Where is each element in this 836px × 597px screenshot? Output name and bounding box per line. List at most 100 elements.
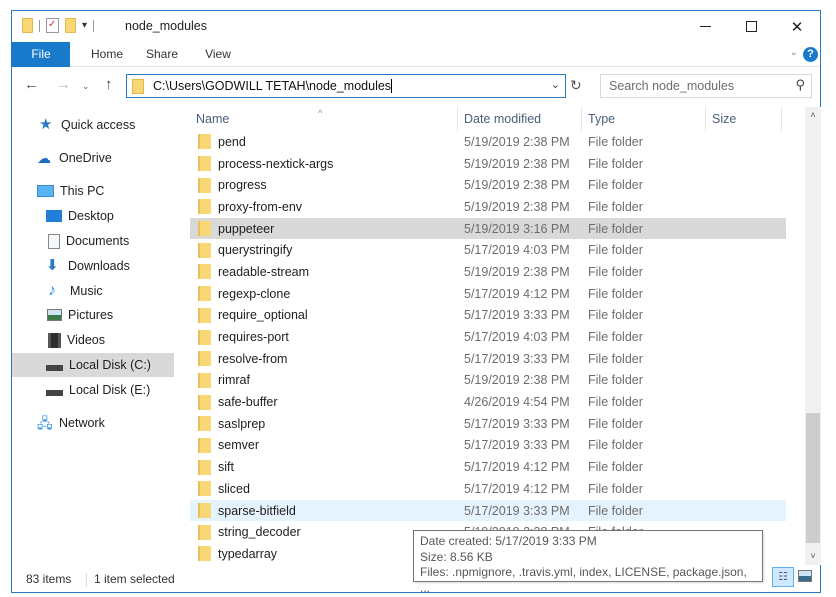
tab-home[interactable]: Home: [82, 42, 132, 67]
cell-name: proxy-from-env: [190, 199, 458, 215]
minimize-icon: [699, 26, 711, 27]
file-row[interactable]: puppeteer 5/19/2019 3:16 PM File folder: [190, 217, 786, 240]
cell-date-modified: 5/19/2019 2:38 PM: [464, 373, 570, 388]
column-header-date-modified[interactable]: Date modified: [458, 107, 582, 131]
up-button[interactable]: ↑: [105, 76, 113, 93]
nav-item-label: This PC: [60, 184, 105, 198]
nav-item-downloads[interactable]: ⬇ Downloads: [12, 254, 174, 278]
nav-item-music[interactable]: ♪ Music: [12, 279, 174, 303]
item-count: 83 items: [26, 572, 72, 586]
folder-icon: [198, 307, 211, 323]
file-row[interactable]: saslprep 5/17/2019 3:33 PM File folder: [190, 413, 786, 435]
file-row[interactable]: semver 5/17/2019 3:33 PM File folder: [190, 435, 786, 457]
star-icon: ★: [39, 116, 53, 133]
cell-type: File folder: [588, 199, 643, 214]
file-row[interactable]: regexp-clone 5/17/2019 4:12 PM File folder: [190, 283, 786, 305]
nav-item-videos[interactable]: Videos: [12, 328, 174, 352]
folder-icon: [198, 416, 211, 432]
file-row[interactable]: querystringify 5/17/2019 4:03 PM File fold…: [190, 239, 786, 261]
nav-item-desktop[interactable]: Desktop: [12, 204, 174, 228]
vertical-scrollbar[interactable]: ˄ ˅: [805, 107, 821, 565]
search-icon[interactable]: ⚲: [795, 77, 805, 93]
tooltip-files: Files: .npmignore, .travis.yml, index, L…: [420, 565, 747, 595]
address-bar[interactable]: C:\Users\GODWILL TETAH\node_modules ⌄: [126, 74, 566, 98]
folder-icon: [22, 18, 33, 33]
help-icon[interactable]: ?: [803, 47, 818, 62]
file-row[interactable]: sliced 5/17/2019 4:12 PM File folder: [190, 478, 786, 500]
file-row[interactable]: readable-stream 5/19/2019 2:38 PM File fol…: [190, 261, 786, 283]
search-box[interactable]: ⚲: [600, 74, 812, 98]
desktop-icon: [46, 210, 62, 222]
nav-item-this-pc[interactable]: This PC: [12, 179, 174, 203]
cell-type: File folder: [588, 330, 643, 345]
scrollbar-thumb[interactable]: [806, 413, 820, 543]
folder-icon: [198, 242, 211, 258]
file-row[interactable]: process-nextick-args 5/19/2019 2:38 PM Fil…: [190, 153, 786, 175]
cell-date-modified: 5/19/2019 2:38 PM: [464, 156, 570, 171]
close-button[interactable]: ✕: [774, 11, 820, 42]
file-row[interactable]: sparse-bitfield 5/17/2019 3:33 PM File fol…: [190, 499, 786, 522]
cell-date-modified: 5/19/2019 2:38 PM: [464, 134, 570, 149]
recent-locations-button[interactable]: ⌄: [82, 81, 90, 92]
details-view-button[interactable]: ☷: [772, 567, 794, 587]
file-explorer-window: ▾ node_modules ✕ File Home Share View ⌄ …: [11, 10, 821, 593]
file-row[interactable]: progress 5/19/2019 2:38 PM File folder: [190, 174, 786, 196]
nav-item-local-disk-e[interactable]: Local Disk (E:): [12, 378, 174, 402]
tab-view[interactable]: View: [198, 42, 238, 67]
folder-icon: [198, 177, 211, 193]
new-folder-icon[interactable]: [65, 18, 76, 33]
cell-name: rimraf: [190, 372, 458, 388]
search-input[interactable]: [601, 75, 781, 97]
cell-name: regexp-clone: [190, 286, 458, 302]
file-row[interactable]: sift 5/17/2019 4:12 PM File folder: [190, 456, 786, 478]
file-name: querystringify: [218, 243, 293, 258]
address-input[interactable]: C:\Users\GODWILL TETAH\node_modules: [153, 79, 393, 94]
network-icon: 🖧: [37, 415, 53, 431]
file-name: puppeteer: [218, 221, 275, 236]
tab-file[interactable]: File: [12, 42, 70, 67]
toolbar-separator: [93, 19, 95, 32]
cell-name: sparse-bitfield: [190, 503, 458, 519]
forward-button[interactable]: →: [56, 76, 71, 93]
nav-item-quick-access[interactable]: ★ Quick access: [12, 113, 174, 137]
file-row[interactable]: resolve-from 5/17/2019 3:33 PM File folder: [190, 348, 786, 370]
nav-item-label: Downloads: [68, 259, 130, 273]
file-row[interactable]: proxy-from-env 5/19/2019 2:38 PM File fold…: [190, 196, 786, 218]
nav-item-pictures[interactable]: Pictures: [12, 303, 174, 327]
address-dropdown-icon[interactable]: ⌄: [551, 78, 560, 91]
nav-item-onedrive[interactable]: ☁ OneDrive: [12, 146, 174, 170]
cell-date-modified: 5/17/2019 4:03 PM: [464, 330, 570, 345]
file-row[interactable]: safe-buffer 4/26/2019 4:54 PM File folder: [190, 391, 786, 413]
nav-item-documents[interactable]: Documents: [12, 229, 174, 253]
file-rows: pend 5/19/2019 2:38 PM File folder process-…: [190, 131, 786, 565]
cell-name: require_optional: [190, 307, 458, 323]
cell-type: File folder: [588, 156, 643, 171]
maximize-button[interactable]: [728, 11, 774, 42]
properties-icon[interactable]: [46, 18, 59, 33]
file-name: resolve-from: [218, 351, 288, 366]
column-header-name[interactable]: ^ Name: [190, 107, 458, 131]
cell-name: puppeteer: [190, 221, 458, 237]
file-row[interactable]: rimraf 5/19/2019 2:38 PM File folder: [190, 370, 786, 392]
column-header-size[interactable]: Size: [706, 107, 782, 131]
minimize-button[interactable]: [682, 11, 728, 42]
large-icons-view-button[interactable]: [798, 570, 812, 582]
refresh-button[interactable]: ↻: [570, 77, 582, 94]
tab-share[interactable]: Share: [140, 42, 184, 67]
folder-icon: [198, 199, 211, 215]
back-button[interactable]: ←: [24, 76, 39, 93]
nav-item-network[interactable]: 🖧 Network: [12, 411, 174, 435]
nav-item-local-disk-c[interactable]: Local Disk (C:): [12, 353, 174, 377]
scroll-up-button[interactable]: ˄: [805, 107, 821, 124]
cell-date-modified: 4/26/2019 4:54 PM: [464, 395, 570, 410]
customize-toolbar-dropdown[interactable]: ▾: [82, 20, 87, 31]
expand-ribbon-chevron-icon[interactable]: ⌄: [790, 47, 798, 58]
file-row[interactable]: require_optional 5/17/2019 3:33 PM File fo…: [190, 305, 786, 327]
folder-icon: [198, 546, 211, 562]
file-row[interactable]: pend 5/19/2019 2:38 PM File folder: [190, 131, 786, 153]
file-row[interactable]: requires-port 5/17/2019 4:03 PM File folde…: [190, 326, 786, 348]
cell-name: querystringify: [190, 242, 458, 258]
cell-type: File folder: [588, 395, 643, 410]
scroll-down-button[interactable]: ˅: [805, 548, 821, 565]
column-header-type[interactable]: Type: [582, 107, 706, 131]
